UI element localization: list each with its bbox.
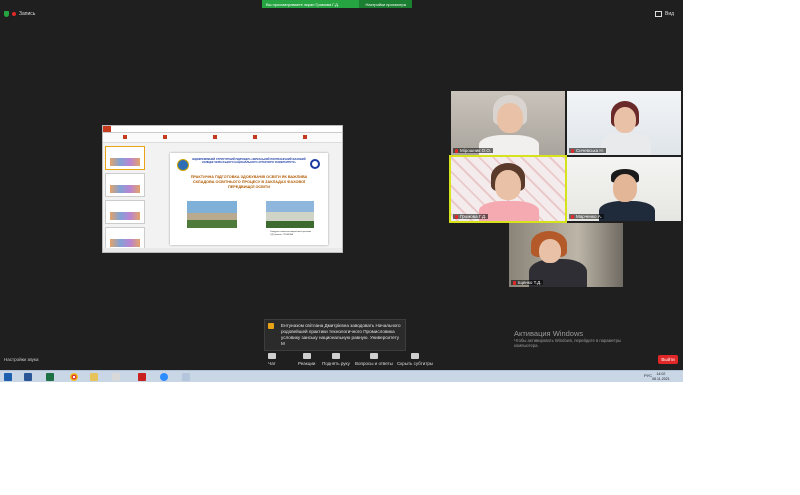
qa-button[interactable]: Вопросы и ответы [355, 353, 393, 366]
slide-thumbnail [105, 200, 145, 224]
clock[interactable]: 14:02 08.11.2021 [652, 372, 670, 381]
pdf-icon[interactable] [138, 373, 146, 381]
college-logo [177, 159, 189, 171]
participant-face [613, 174, 637, 202]
participant-face [614, 107, 636, 133]
ribbon-icon [213, 135, 217, 139]
slide-thumbnail [105, 146, 145, 170]
mic-muted-icon [571, 214, 574, 219]
current-slide: ВІДОКРЕМЛЕНИЙ СТРУКТУРНИЙ ПІДРОЗДІЛ «ЧЕР… [170, 153, 328, 245]
recording-label: Запись [19, 11, 36, 17]
thumbnail-image [110, 239, 140, 247]
word-icon[interactable] [24, 373, 32, 381]
video-tile[interactable]: Сичевська Н. [567, 91, 681, 155]
university-logo [310, 159, 320, 169]
mic-muted-icon [571, 148, 574, 153]
app-icon[interactable] [112, 373, 120, 381]
participant-face [539, 239, 561, 263]
slide-thumbnail [105, 173, 145, 197]
view-options-button[interactable]: Настройки просмотра [359, 0, 412, 8]
video-tile[interactable]: Іщенко Т.Д. [509, 223, 623, 287]
view-button[interactable]: Вид [655, 11, 674, 17]
avatar [268, 323, 274, 329]
participant-name: Марченко А. [569, 214, 605, 219]
slide-caption: Завідувач навчально-виробничої практики … [270, 231, 311, 236]
ribbon-icon [253, 135, 257, 139]
participant-body [599, 201, 655, 221]
ribbon-tabs [103, 126, 342, 133]
chat-notification[interactable]: Ентуназом світлана Дмитрієвна заводовать… [264, 319, 406, 351]
windows-activation-watermark: Активация Windows Чтобы активировать Win… [514, 329, 634, 348]
video-tile[interactable]: Марченко А. [567, 157, 681, 221]
slide-thumbnails [105, 146, 147, 251]
raise-hand-button[interactable]: Поднять руку [322, 353, 350, 366]
video-tile-active-speaker[interactable]: Громова Г.Д. [449, 155, 567, 223]
mic-muted-icon [455, 148, 458, 153]
mic-muted-icon [513, 280, 516, 285]
ribbon-icon [163, 135, 167, 139]
reactions-button[interactable]: Реакции [298, 353, 315, 366]
participant-name: Громова Г.Д. [453, 214, 489, 219]
participant-body [601, 133, 651, 155]
chat-button[interactable]: Чат [268, 353, 276, 366]
record-dot-icon [12, 12, 16, 16]
file-tab [103, 126, 111, 132]
ribbon-icon [123, 135, 127, 139]
ribbon-toolbar [103, 133, 342, 143]
meeting-toolbar: Настройки звука Чат Реакции Поднять руку… [0, 350, 683, 370]
thumbnail-image [110, 212, 140, 220]
mic-muted-icon [455, 214, 458, 219]
grid-view-icon [655, 11, 662, 17]
participant-face [495, 170, 521, 200]
clock-date: 08.11.2021 [652, 376, 670, 381]
chat-icon [268, 353, 276, 359]
hand-icon [331, 353, 340, 359]
ribbon-icon [303, 135, 307, 139]
leave-button[interactable]: Выйти [658, 355, 678, 364]
activation-text: Чтобы активировать Windows, перейдите в … [514, 338, 621, 348]
status-strip [103, 248, 342, 252]
recording-indicator[interactable]: Запись [4, 11, 35, 17]
participant-face [497, 103, 523, 133]
video-tile[interactable]: Мірошник О.О. [451, 91, 565, 155]
chat-message: Ентуназом світлана Дмитрієвна заводовать… [281, 323, 401, 346]
shield-icon [4, 11, 9, 17]
building-photo [187, 201, 237, 228]
excel-icon[interactable] [46, 373, 54, 381]
participant-name: Іщенко Т.Д. [511, 280, 544, 285]
view-label: Вид [665, 11, 675, 17]
building-photo [266, 201, 314, 228]
zoom-icon[interactable] [160, 373, 168, 381]
start-icon[interactable] [4, 373, 12, 381]
participant-name: Мірошник О.О. [453, 148, 494, 153]
zoom-window: Вы просматриваете экран Громова Г.Д. Нас… [0, 0, 683, 370]
activation-title: Активация Windows [514, 329, 584, 338]
thumbnail-image [110, 158, 140, 166]
chrome-icon[interactable] [70, 373, 78, 381]
viewing-banner: Вы просматриваете экран Громова Г.Д. Нас… [262, 0, 412, 8]
audio-settings-button[interactable]: Настройки звука [4, 357, 39, 362]
app-icon[interactable] [182, 373, 190, 381]
participant-name: Сичевська Н. [569, 148, 606, 153]
shared-screen[interactable]: ВІДОКРЕМЛЕНИЙ СТРУКТУРНИЙ ПІДРОЗДІЛ «ЧЕР… [102, 125, 343, 253]
windows-taskbar: РУС 14:02 08.11.2021 [0, 370, 683, 382]
language-indicator[interactable]: РУС [644, 373, 652, 378]
captions-button[interactable]: Скрыть субтитры [397, 353, 433, 366]
qa-icon [369, 353, 378, 359]
folder-icon[interactable] [90, 373, 98, 381]
cc-icon [411, 353, 420, 359]
viewing-banner-text: Вы просматриваете экран Громова Г.Д. [266, 1, 339, 7]
thumbnail-image [110, 185, 140, 193]
slide-title: ПРАКТИЧНА ПІДГОТОВКА ЗДОБУВАЧІВ ОСВІТИ Я… [190, 175, 308, 189]
slide-header: ВІДОКРЕМЛЕНИЙ СТРУКТУРНИЙ ПІДРОЗДІЛ «ЧЕР… [192, 158, 306, 165]
smile-icon [302, 353, 311, 359]
